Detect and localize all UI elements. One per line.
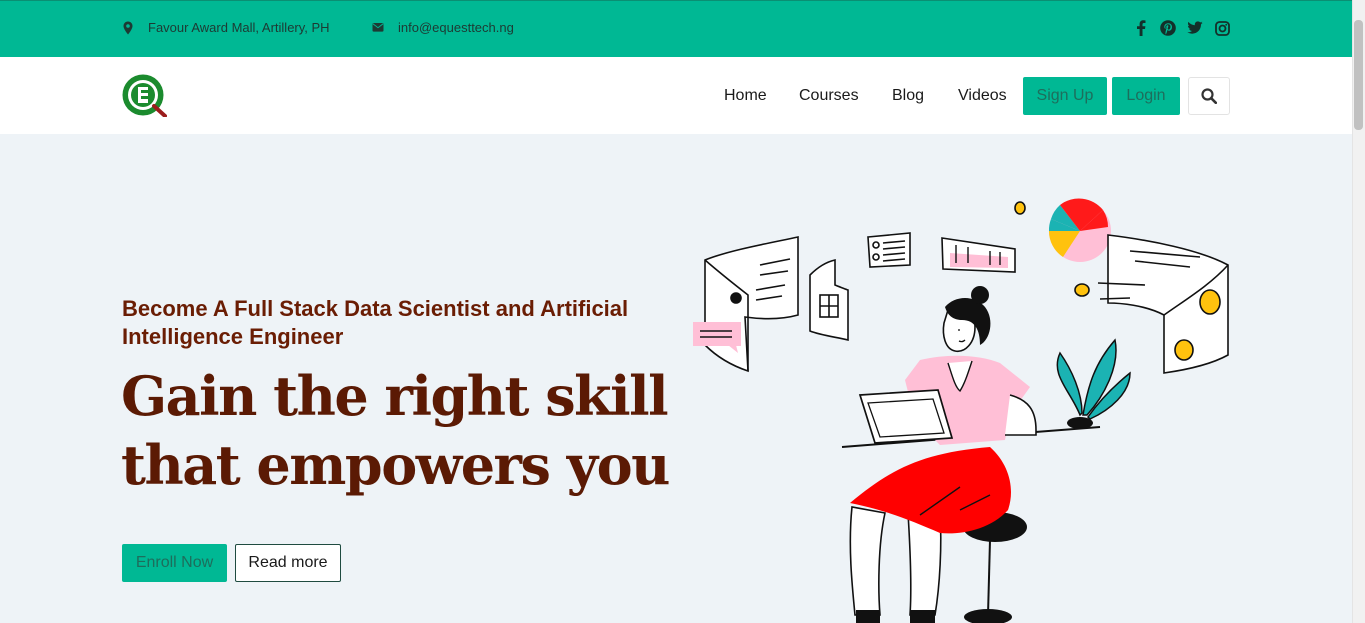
left-screen-graphic <box>704 236 799 373</box>
instagram-icon[interactable] <box>1214 19 1230 37</box>
facebook-icon[interactable] <box>1133 19 1149 37</box>
email-contact[interactable]: info@equesttech.ng <box>371 20 514 35</box>
right-screen-graphic <box>1097 234 1229 374</box>
page-scrollbar[interactable] <box>1352 0 1365 623</box>
scrollbar-thumb[interactable] <box>1354 20 1363 130</box>
nav-item-courses[interactable]: Courses <box>799 87 859 105</box>
social-links <box>1133 19 1230 37</box>
hero-title: Gain the right skill that empowers you <box>121 364 670 497</box>
coin-graphic <box>1074 283 1090 297</box>
search-button[interactable] <box>1188 77 1230 115</box>
email-text[interactable]: info@equesttech.ng <box>398 20 514 35</box>
address-contact: Favour Award Mall, Artillery, PH <box>121 20 330 35</box>
twitter-icon[interactable] <box>1187 19 1203 37</box>
hero-subtitle: Become A Full Stack Data Scientist and A… <box>122 296 629 349</box>
coin-graphic <box>1014 201 1026 215</box>
read-more-button[interactable]: Read more <box>235 544 341 582</box>
top-bar: Favour Award Mall, Artillery, PH info@eq… <box>0 0 1352 57</box>
hero-illustration <box>693 198 1229 623</box>
map-marker-icon <box>123 21 133 34</box>
sign-up-button[interactable]: Sign Up <box>1023 77 1107 115</box>
nav-item-home[interactable]: Home <box>724 87 767 105</box>
search-icon <box>1201 88 1217 104</box>
nav-item-videos[interactable]: Videos <box>958 87 1007 105</box>
pinterest-icon[interactable] <box>1160 19 1176 37</box>
list-card-graphic <box>867 232 911 268</box>
pie-chart-graphic <box>1048 198 1111 262</box>
enroll-now-button[interactable]: Enroll Now <box>122 544 227 582</box>
nav-item-blog[interactable]: Blog <box>892 87 924 105</box>
person-graphic <box>849 286 1037 623</box>
envelope-icon <box>372 23 384 32</box>
main-navbar: Home Courses Blog Videos Sign Up Login <box>0 57 1352 134</box>
login-button[interactable]: Login <box>1112 77 1180 115</box>
plant-graphic <box>1056 338 1131 429</box>
bar-chart-card-graphic <box>941 237 1016 273</box>
address-text: Favour Award Mall, Artillery, PH <box>148 20 330 35</box>
table-panel-graphic <box>809 259 849 342</box>
equest-logo[interactable] <box>121 73 167 117</box>
